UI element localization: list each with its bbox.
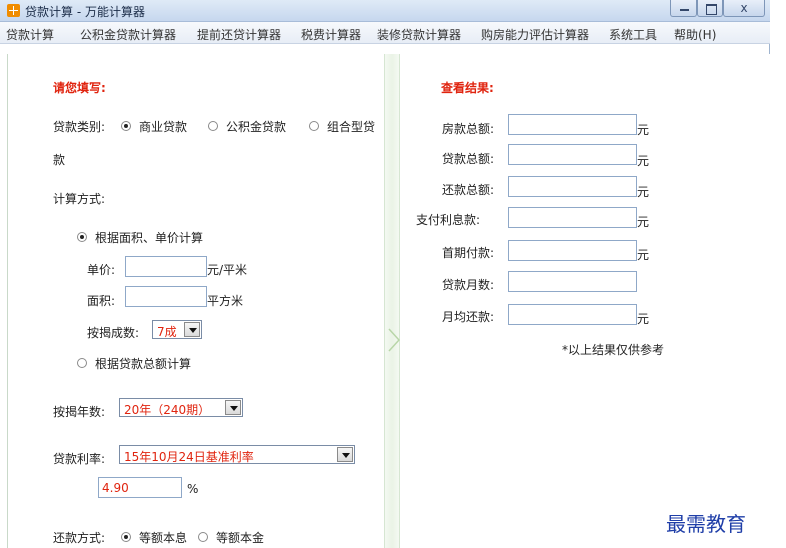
radio-commercial-loan[interactable]: [121, 121, 131, 131]
menu-loan-calc[interactable]: 贷款计算: [6, 26, 54, 43]
mortgage-ratio-label: 按揭成数:: [87, 326, 140, 340]
option-by-total[interactable]: 根据贷款总额计算: [95, 355, 191, 372]
option-housing-fund-loan[interactable]: 公积金贷款: [226, 118, 286, 135]
chevron-down-icon[interactable]: [225, 400, 241, 415]
close-icon: x: [740, 1, 748, 15]
total-loan-label: 贷款总额:: [442, 152, 495, 166]
watermark: 最需教育: [666, 512, 746, 536]
loan-months-label: 贷款月数:: [442, 278, 495, 292]
down-payment-output[interactable]: [508, 240, 637, 261]
title-bar: 贷款计算 - 万能计算器 x: [0, 0, 770, 22]
total-house-price-label: 房款总额:: [442, 122, 495, 136]
close-button[interactable]: x: [723, 0, 765, 17]
chevron-down-icon[interactable]: [184, 322, 200, 337]
menu-tax-calc[interactable]: 税费计算器: [301, 26, 361, 43]
radio-housing-fund-loan[interactable]: [208, 121, 218, 131]
menu-bar: 贷款计算 公积金贷款计算器 提前还贷计算器 税费计算器 装修贷款计算器 购房能力…: [0, 22, 770, 44]
radio-equal-installment[interactable]: [121, 532, 131, 542]
interest-rate-select[interactable]: 15年10月24日基准利率: [119, 445, 355, 464]
mortgage-ratio-select[interactable]: 7成: [152, 320, 202, 339]
radio-equal-principal[interactable]: [198, 532, 208, 542]
unit-price-input[interactable]: [125, 256, 207, 277]
mortgage-years-value: 20年（240期）: [124, 403, 211, 417]
total-loan-unit: 元: [637, 154, 650, 168]
area-label: 面积:: [87, 294, 116, 308]
mortgage-years-select[interactable]: 20年（240期）: [119, 398, 243, 417]
maximize-button[interactable]: [697, 0, 723, 17]
down-payment-unit: 元: [637, 248, 650, 262]
unit-price-unit: 元/平米: [207, 263, 248, 277]
interest-rate-value: 15年10月24日基准利率: [124, 450, 254, 464]
menu-renovation-loan-calc[interactable]: 装修贷款计算器: [377, 26, 461, 43]
calc-method-label: 计算方式:: [53, 192, 106, 206]
interest-paid-unit: 元: [637, 215, 650, 229]
chevron-right-icon: [388, 328, 400, 352]
unit-price-label: 单价:: [87, 263, 116, 277]
option-combined-loan-wrap: 款: [53, 153, 66, 167]
interest-paid-label: 支付利息款:: [416, 213, 481, 227]
total-repayment-output[interactable]: [508, 176, 637, 197]
total-loan-output[interactable]: [508, 144, 637, 165]
total-repayment-label: 还款总额:: [442, 183, 495, 197]
mortgage-ratio-value: 7成: [157, 325, 177, 339]
repay-method-label: 还款方式:: [53, 531, 106, 545]
interest-rate-input[interactable]: [98, 477, 182, 498]
total-house-price-unit: 元: [637, 123, 650, 137]
minimize-button[interactable]: [670, 0, 697, 17]
option-by-area[interactable]: 根据面积、单价计算: [95, 229, 203, 246]
results-heading: 查看结果:: [441, 81, 494, 95]
monthly-payment-output[interactable]: [508, 304, 637, 325]
menu-prepayment-calc[interactable]: 提前还贷计算器: [197, 26, 281, 43]
results-disclaimer: *以上结果仅供参考: [562, 343, 665, 357]
option-equal-installment[interactable]: 等额本息: [139, 529, 187, 546]
mortgage-years-label: 按揭年数:: [53, 405, 106, 419]
menu-help[interactable]: 帮助(H): [674, 26, 716, 43]
calculator-app-icon: [7, 4, 20, 17]
panel-divider: [384, 54, 400, 548]
area-input[interactable]: [125, 286, 207, 307]
menu-affordability-calc[interactable]: 购房能力评估计算器: [481, 26, 589, 43]
window-title: 贷款计算 - 万能计算器: [25, 5, 145, 19]
radio-by-total[interactable]: [77, 358, 87, 368]
total-repayment-unit: 元: [637, 185, 650, 199]
option-commercial-loan[interactable]: 商业贷款: [139, 118, 187, 135]
chevron-down-icon[interactable]: [337, 447, 353, 462]
radio-combined-loan[interactable]: [309, 121, 319, 131]
menu-system-tools[interactable]: 系统工具: [609, 26, 657, 43]
menu-housing-fund-calc[interactable]: 公积金贷款计算器: [80, 26, 176, 43]
monthly-payment-unit: 元: [637, 312, 650, 326]
input-heading: 请您填写:: [53, 81, 106, 95]
interest-rate-label: 贷款利率:: [53, 452, 106, 466]
area-unit: 平方米: [207, 294, 244, 308]
monthly-payment-label: 月均还款:: [442, 310, 495, 324]
loan-type-label: 贷款类别:: [53, 120, 106, 134]
down-payment-label: 首期付款:: [442, 246, 495, 260]
interest-paid-output[interactable]: [508, 207, 637, 228]
app-window: 贷款计算 - 万能计算器 x 贷款计算 公积金贷款计算器 提前还贷计算器 税费计…: [0, 0, 770, 548]
option-equal-principal[interactable]: 等额本金: [216, 529, 264, 546]
radio-by-area[interactable]: [77, 232, 87, 242]
interest-rate-unit: %: [187, 482, 199, 496]
option-combined-loan[interactable]: 组合型贷: [327, 118, 375, 135]
total-house-price-output[interactable]: [508, 114, 637, 135]
loan-months-output[interactable]: [508, 271, 637, 292]
